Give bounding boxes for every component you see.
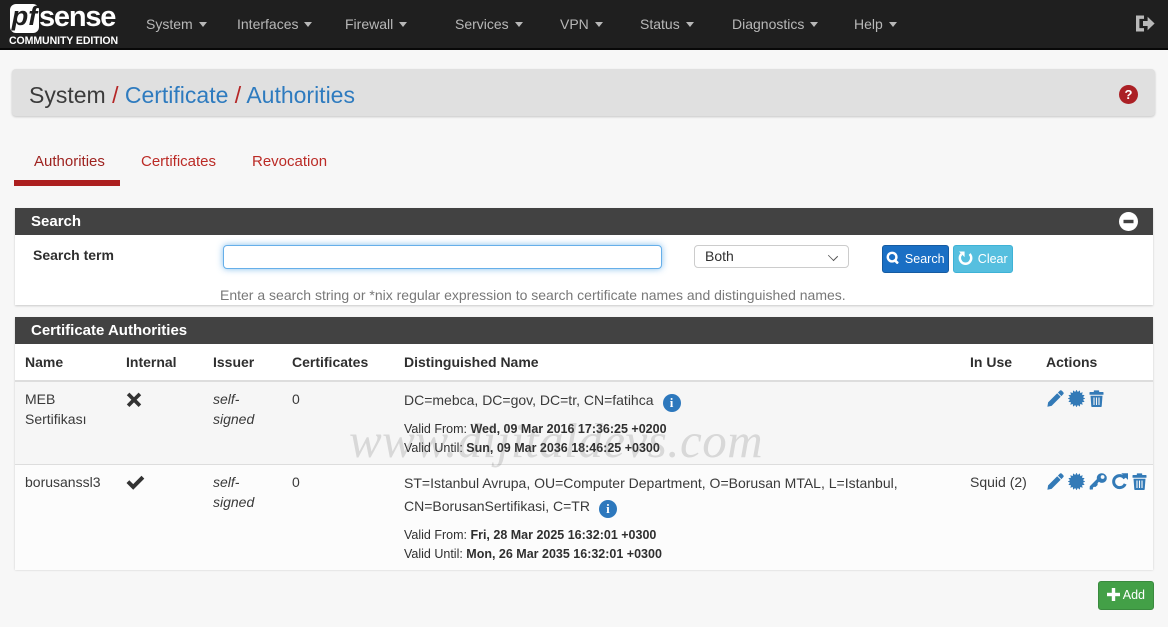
svg-text:?: ? <box>1125 87 1133 102</box>
